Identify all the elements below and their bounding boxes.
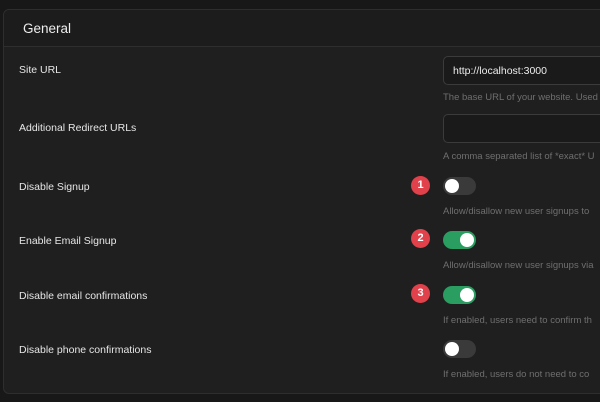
redirect-urls-help: A comma separated list of *exact* U (443, 151, 595, 162)
toggle-knob (445, 342, 459, 356)
panel-header: General (4, 10, 600, 47)
annotation-badge-1: 1 (411, 176, 430, 195)
disable-email-confirmations-label: Disable email confirmations (19, 290, 148, 302)
site-url-label: Site URL (19, 64, 62, 76)
enable-email-signup-toggle[interactable] (443, 231, 476, 249)
disable-email-confirmations-help: If enabled, users need to confirm th (443, 315, 592, 326)
site-url-input[interactable] (443, 56, 600, 85)
disable-signup-label: Disable Signup (19, 181, 90, 193)
toggle-knob (460, 233, 474, 247)
disable-signup-help: Allow/disallow new user signups to (443, 206, 590, 217)
panel-title: General (23, 21, 72, 36)
toggle-knob (445, 179, 459, 193)
disable-signup-toggle[interactable] (443, 177, 476, 195)
disable-phone-confirmations-label: Disable phone confirmations (19, 344, 152, 356)
enable-email-signup-label: Enable Email Signup (19, 235, 117, 247)
toggle-knob (460, 288, 474, 302)
redirect-urls-label: Additional Redirect URLs (19, 122, 137, 134)
site-url-help: The base URL of your website. Used (443, 92, 598, 103)
annotation-badge-3: 3 (411, 284, 430, 303)
disable-email-confirmations-toggle[interactable] (443, 286, 476, 304)
disable-phone-confirmations-help: If enabled, users do not need to co (443, 369, 590, 380)
disable-phone-confirmations-toggle[interactable] (443, 340, 476, 358)
enable-email-signup-help: Allow/disallow new user signups via (443, 260, 594, 271)
annotation-badge-2: 2 (411, 229, 430, 248)
redirect-urls-input[interactable] (443, 114, 600, 143)
